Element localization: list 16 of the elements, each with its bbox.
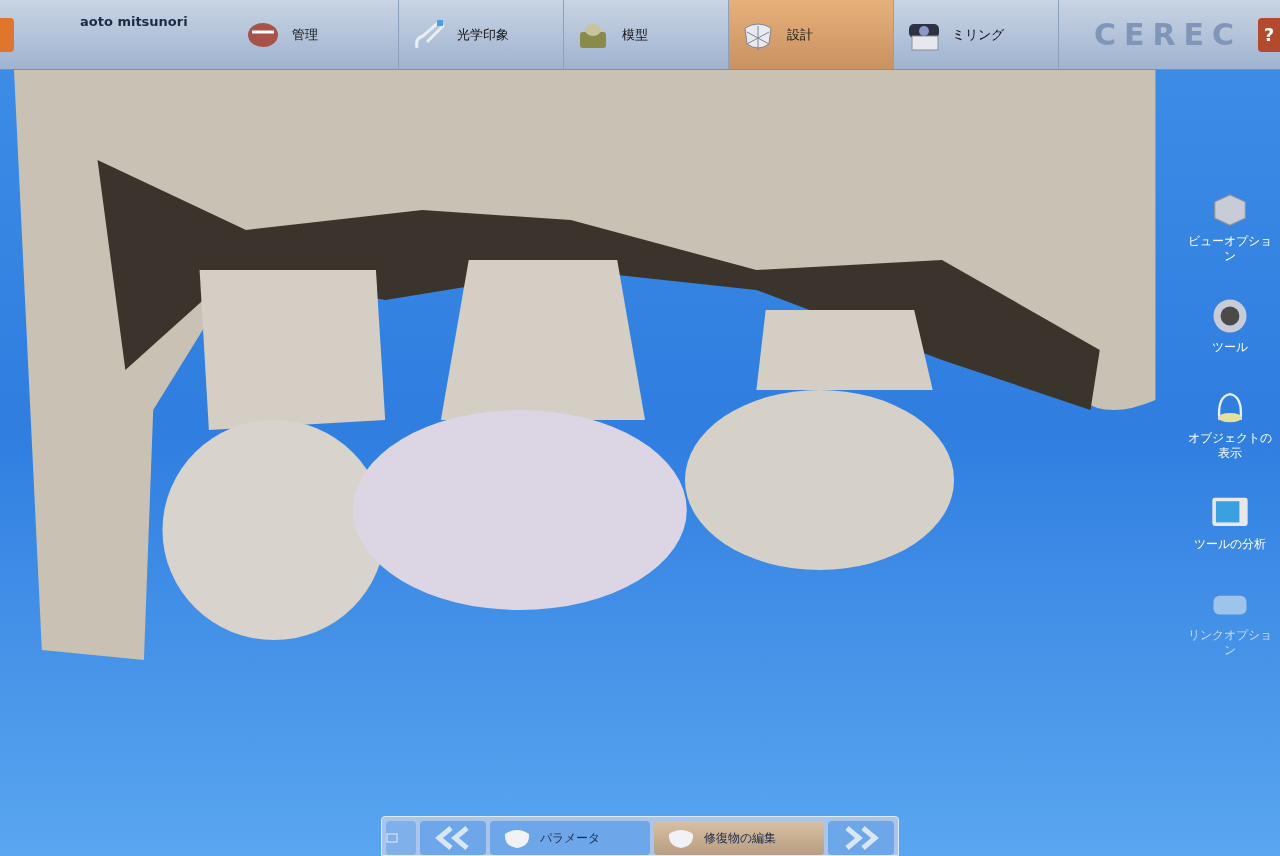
help-button[interactable]: ? (1258, 17, 1280, 52)
user-name: aoto mitsunori (80, 13, 188, 31)
side-tool-button[interactable]: ツール (1185, 296, 1275, 355)
forward-button[interactable] (828, 821, 894, 855)
workflow-step-tab[interactable]: 設計 (729, 0, 894, 69)
workflow-step-tab[interactable]: 管理 (234, 0, 399, 69)
cerec-logo: CEREC (1093, 16, 1242, 54)
side-tool-button[interactable]: ツールの分析 (1185, 493, 1275, 552)
phase-tab[interactable]: 修復物の編集 (654, 821, 824, 855)
side-tool-button[interactable]: オブジェクトの表示 (1185, 387, 1275, 461)
phase-tab[interactable]: パラメータ (490, 821, 650, 855)
workflow-step-tab[interactable]: ミリング (894, 0, 1059, 69)
workflow-step-tab[interactable]: 光学印象 (399, 0, 564, 69)
side-tool-button[interactable]: ビューオプション (1185, 190, 1275, 264)
app-badge (0, 17, 14, 52)
back-button[interactable] (420, 821, 486, 855)
